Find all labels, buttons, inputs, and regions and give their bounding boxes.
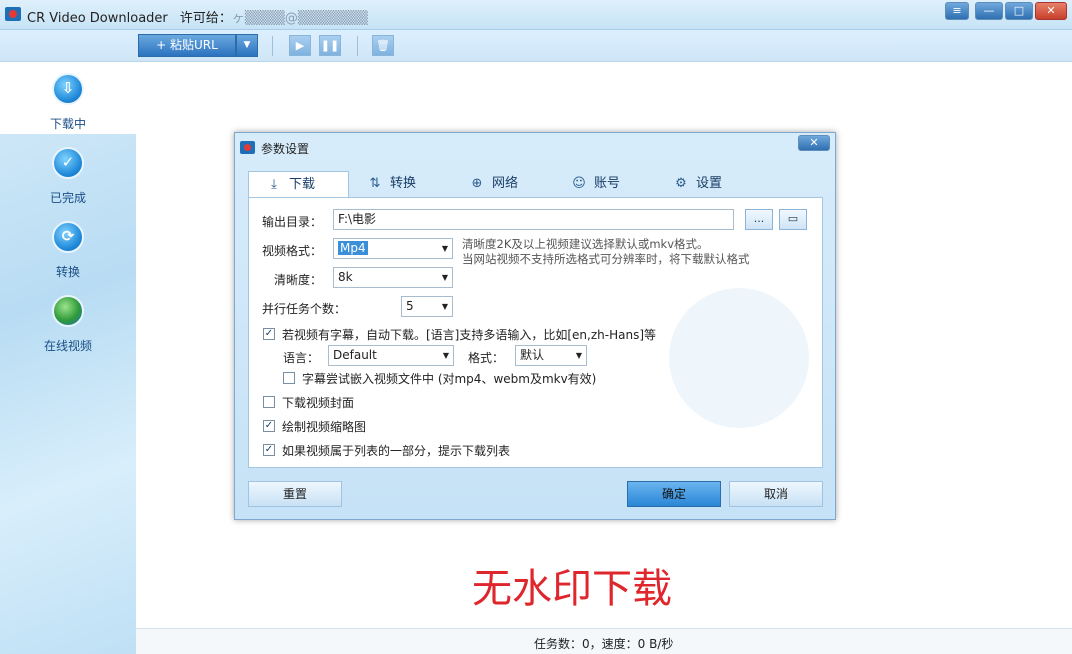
tab-network[interactable]: ⊕ 网络 bbox=[468, 171, 548, 197]
license-value: ヶ▒▒▒▒@▒▒▒▒▒▒▒ bbox=[231, 11, 368, 26]
sidebar-item-label: 转换 bbox=[55, 265, 80, 279]
language-value: Default bbox=[333, 348, 377, 362]
playlist-prompt-label: 如果视频属于列表的一部分，提示下载列表 bbox=[282, 444, 511, 458]
output-dir-label: 输出目录： bbox=[262, 215, 323, 229]
chevron-down-icon: ▼ bbox=[441, 244, 448, 253]
format-hint-line1: 清晰度2K及以上视频建议选择默认或mkv格式。 bbox=[462, 237, 709, 251]
gear-icon: ⚙ bbox=[675, 176, 687, 191]
convert-icon: ⟳ bbox=[52, 221, 84, 253]
sidebar-item-label: 已完成 bbox=[49, 191, 86, 205]
tab-label: 下载 bbox=[289, 177, 316, 192]
globe-icon bbox=[52, 295, 84, 327]
open-folder-icon[interactable]: ▭ bbox=[779, 209, 807, 230]
toolbar: + 粘贴URL ▼ ▶ ❚❚ 🗑 bbox=[0, 30, 1072, 62]
sidebar-item-completed[interactable]: ✓ 已完成 bbox=[0, 136, 136, 208]
embed-subtitle-checkbox[interactable] bbox=[283, 372, 295, 384]
chevron-down-icon: ▼ bbox=[441, 273, 448, 282]
app-logo-icon bbox=[240, 141, 255, 154]
paste-url-dropdown-button[interactable]: ▼ bbox=[236, 34, 258, 57]
resolution-label: 清晰度： bbox=[274, 273, 323, 287]
language-select[interactable]: Default ▼ bbox=[328, 345, 454, 366]
check-icon: ✓ bbox=[52, 147, 84, 179]
draw-thumbnail-checkbox[interactable]: ✓ bbox=[263, 420, 275, 432]
language-label: 语言： bbox=[283, 351, 320, 365]
sidebar-item-label: 在线视频 bbox=[43, 339, 92, 353]
embed-subtitle-label: 字幕尝试嵌入视频文件中 (对mp4、webm及mkv有效) bbox=[302, 372, 597, 386]
subtitle-download-checkbox[interactable]: ✓ bbox=[263, 328, 275, 340]
background-logo-watermark bbox=[669, 288, 809, 428]
concurrency-value: 5 bbox=[406, 299, 414, 313]
settings-tabs: ⤓ 下载 ⇅ 转换 ⊕ 网络 ☺ 账号 ⚙ 设置 bbox=[248, 171, 823, 197]
format-hint: 清晰度2K及以上视频建议选择默认或mkv格式。 当网站视频不支持所选格式可分辨率… bbox=[462, 237, 822, 267]
convert-icon: ⇅ bbox=[369, 176, 381, 191]
subtitle-format-value: 默认 bbox=[520, 348, 545, 362]
reset-button[interactable]: 重置 bbox=[248, 481, 342, 507]
license-label: 许可给： bbox=[179, 11, 232, 26]
title-bar: CR Video Downloader 许可给：ヶ▒▒▒▒@▒▒▒▒▒▒▒ ≡ … bbox=[0, 0, 1072, 30]
chevron-down-icon: ▼ bbox=[441, 302, 448, 311]
menu-button[interactable]: ≡ bbox=[945, 2, 969, 20]
dialog-title: 参数设置 bbox=[261, 142, 310, 156]
toolbar-divider bbox=[357, 36, 358, 56]
download-cover-label: 下载视频封面 bbox=[282, 396, 355, 410]
app-name: CR Video Downloader bbox=[27, 11, 168, 26]
sidebar-item-downloading[interactable]: ⇩ 下载中 bbox=[0, 62, 136, 134]
format-hint-line2: 当网站视频不支持所选格式可分辨率时，将下载默认格式 bbox=[462, 252, 750, 266]
pause-icon[interactable]: ❚❚ bbox=[319, 35, 341, 56]
tab-settings[interactable]: ⚙ 设置 bbox=[672, 171, 752, 197]
video-format-select[interactable]: Mp4 ▼ bbox=[333, 238, 453, 259]
resolution-value: 8k bbox=[338, 270, 353, 284]
settings-dialog: 参数设置 ✕ ⤓ 下载 ⇅ 转换 ⊕ 网络 ☺ 账号 ⚙ 设置 输出目录： F:\电影 .… bbox=[234, 132, 836, 520]
user-icon: ☺ bbox=[572, 176, 586, 191]
cancel-button[interactable]: 取消 bbox=[729, 481, 823, 507]
close-button[interactable]: ✕ bbox=[1035, 2, 1067, 20]
watermark-text: 无水印下载 bbox=[472, 566, 672, 612]
resolution-select[interactable]: 8k ▼ bbox=[333, 267, 453, 288]
browse-button[interactable]: ... bbox=[745, 209, 773, 230]
maximize-button[interactable]: □ bbox=[1005, 2, 1033, 20]
tab-account[interactable]: ☺ 账号 bbox=[570, 171, 650, 197]
video-format-value: Mp4 bbox=[338, 241, 368, 255]
download-icon: ⇩ bbox=[52, 73, 84, 105]
paste-url-button[interactable]: + 粘贴URL bbox=[138, 34, 236, 57]
sidebar-item-online-video[interactable]: 在线视频 bbox=[0, 284, 136, 356]
status-text: 任务数：0，速度：0 B/秒 bbox=[534, 637, 674, 651]
ok-button[interactable]: 确定 bbox=[627, 481, 721, 507]
output-dir-field[interactable]: F:\电影 bbox=[333, 209, 734, 230]
globe-icon: ⊕ bbox=[471, 176, 483, 191]
toolbar-divider bbox=[272, 36, 273, 56]
app-title: CR Video Downloader 许可给：ヶ▒▒▒▒@▒▒▒▒▒▒▒ bbox=[27, 7, 368, 26]
tab-label: 网络 bbox=[492, 176, 519, 191]
app-logo-icon bbox=[5, 7, 21, 21]
status-bar: 任务数：0，速度：0 B/秒 bbox=[136, 628, 1072, 654]
sidebar: ⇩ 下载中 ✓ 已完成 ⟳ 转换 在线视频 bbox=[0, 62, 136, 654]
tab-convert[interactable]: ⇅ 转换 bbox=[366, 171, 446, 197]
concurrency-select[interactable]: 5 ▼ bbox=[401, 296, 453, 317]
subtitle-format-select[interactable]: 默认 ▼ bbox=[515, 345, 587, 366]
tab-label: 设置 bbox=[696, 176, 723, 191]
dialog-close-button[interactable]: ✕ bbox=[798, 135, 830, 151]
tab-label: 转换 bbox=[390, 176, 417, 191]
download-cover-checkbox[interactable] bbox=[263, 396, 275, 408]
sidebar-item-label: 下载中 bbox=[49, 117, 86, 131]
download-icon: ⤓ bbox=[271, 177, 277, 192]
playlist-prompt-checkbox[interactable]: ✓ bbox=[263, 444, 275, 456]
sidebar-item-convert[interactable]: ⟳ 转换 bbox=[0, 210, 136, 282]
subtitle-download-label: 若视频有字幕，自动下载。[语言]支持多语输入，比如[en,zh-Hans]等 bbox=[282, 328, 657, 342]
download-settings-panel: 输出目录： F:\电影 ... ▭ 视频格式： Mp4 ▼ 清晰度2K及以上视频… bbox=[248, 197, 823, 468]
start-icon[interactable]: ▶ bbox=[289, 35, 311, 56]
chevron-down-icon: ▼ bbox=[575, 351, 582, 360]
chevron-down-icon: ▼ bbox=[442, 351, 449, 360]
concurrency-label: 并行任务个数： bbox=[262, 302, 347, 316]
subtitle-format-label: 格式： bbox=[468, 351, 505, 365]
tab-label: 账号 bbox=[594, 176, 621, 191]
tab-download[interactable]: ⤓ 下载 bbox=[248, 171, 349, 197]
minimize-button[interactable]: — bbox=[975, 2, 1003, 20]
video-format-label: 视频格式： bbox=[262, 244, 323, 258]
draw-thumbnail-label: 绘制视频缩略图 bbox=[282, 420, 367, 434]
delete-icon[interactable]: 🗑 bbox=[372, 35, 394, 56]
